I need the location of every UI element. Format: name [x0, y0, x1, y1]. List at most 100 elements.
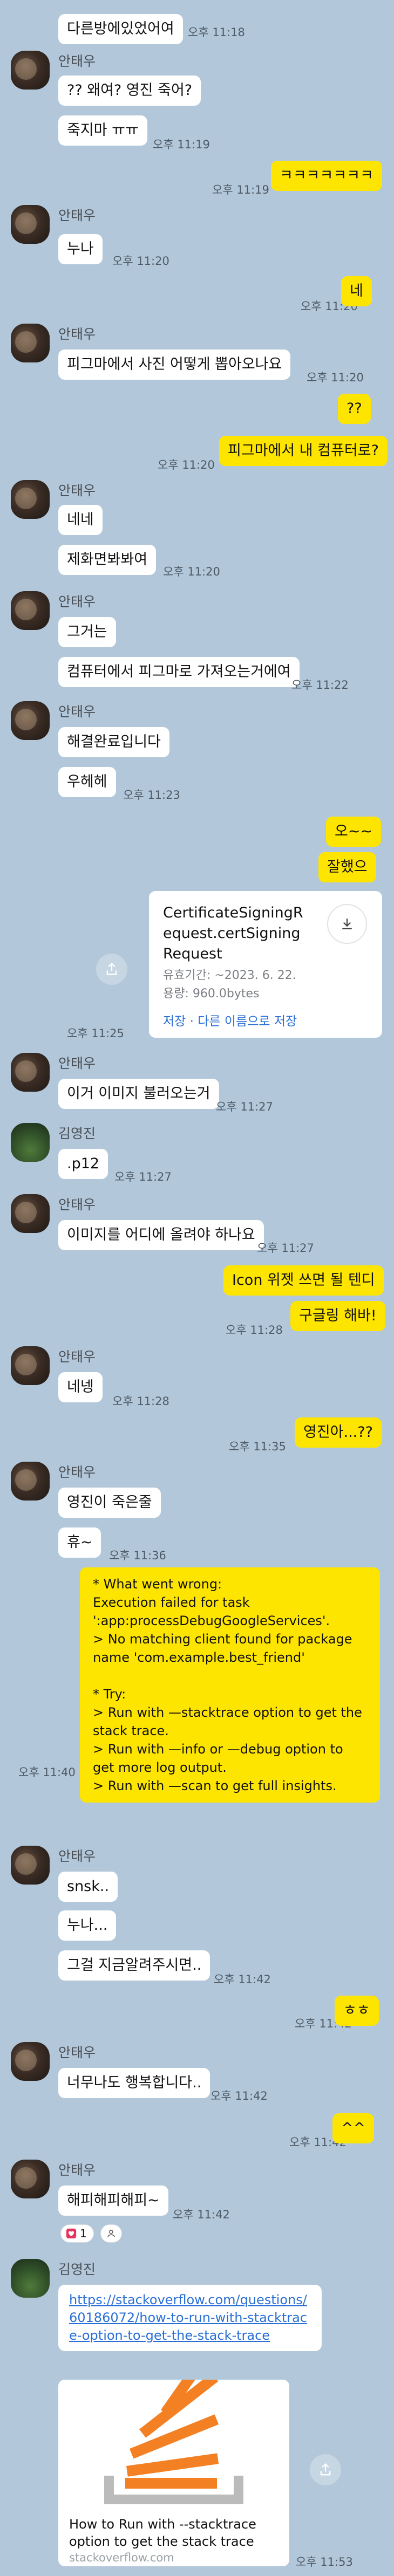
my-message-bubble[interactable]: ?? — [338, 394, 371, 424]
my-message-bubble[interactable]: 피그마에서 내 컴퓨터로? — [219, 436, 388, 466]
avatar-ahn[interactable] — [11, 1194, 50, 1233]
avatar-ahn[interactable] — [11, 2160, 50, 2198]
sender-name: 김영진 — [58, 2262, 96, 2277]
avatar-ahn[interactable] — [11, 324, 50, 362]
my-message-bubble[interactable]: ^^ — [332, 2113, 375, 2143]
my-message-bubble[interactable]: 영진아...?? — [295, 1417, 382, 1448]
link-bubble[interactable]: https://stackoverflow.com/questions/6018… — [58, 2285, 322, 2351]
message-bubble[interactable]: .p12 — [58, 1149, 108, 1179]
message-bubble[interactable]: 그걸 지금알려주시면.. — [58, 1950, 210, 1981]
my-message-bubble[interactable]: ㅋㅋㅋㅋㅋㅋㅋ — [271, 161, 382, 191]
sender-name: 안태우 — [58, 53, 96, 69]
sender-name: 안태우 — [58, 483, 96, 498]
sender-name: 안태우 — [58, 1349, 96, 1365]
url-link[interactable]: https://stackoverflow.com/questions/6018… — [69, 2292, 307, 2343]
my-message-bubble[interactable]: Icon 위젯 쓰면 될 텐디 — [223, 1265, 384, 1296]
message-bubble[interactable]: 휴~ — [58, 1527, 101, 1558]
preview-title: How to Run with --stacktrace option to g… — [69, 2517, 256, 2549]
link-preview-card[interactable]: How to Run with --stacktrace option to g… — [58, 2380, 289, 2566]
avatar-ahn[interactable] — [11, 701, 50, 740]
sender-name: 안태우 — [58, 208, 96, 223]
preview-image — [58, 2380, 289, 2508]
avatar-ahn[interactable] — [11, 480, 50, 519]
error-message-bubble[interactable]: * What went wrong: Execution failed for … — [80, 1567, 380, 1803]
avatar-ahn[interactable] — [11, 1846, 50, 1885]
sender-name: 안태우 — [58, 1848, 96, 1864]
separator: · — [189, 1015, 198, 1029]
file-size: 용량: 960.0bytes — [163, 987, 260, 1001]
my-message-bubble[interactable]: 네 — [341, 276, 372, 306]
error-line — [93, 1667, 367, 1685]
avatar-kim[interactable] — [11, 1123, 50, 1162]
avatar-kim[interactable] — [11, 2259, 50, 2298]
message-bubble[interactable]: 그거는 — [58, 617, 116, 647]
message-bubble[interactable]: 너무나도 행복합니다.. — [58, 2068, 210, 2098]
file-actions: 저장 · 다른 이름으로 저장 — [163, 1011, 297, 1029]
message-time: 오후 11:28 — [226, 1324, 283, 1337]
error-line: > Run with —scan to get full insights. — [93, 1778, 337, 1793]
error-line: > Run with —stacktrace option to get the… — [93, 1705, 362, 1738]
message-bubble[interactable]: 해피해피해피~ — [58, 2186, 168, 2216]
message-bubble[interactable]: 다른방에있었어여 — [58, 14, 183, 44]
avatar-ahn[interactable] — [11, 51, 50, 90]
message-time: 오후 11:22 — [291, 679, 349, 691]
message-bubble[interactable]: 영진이 죽은줄 — [58, 1488, 161, 1518]
message-bubble[interactable]: 컴퓨터에서 피그마로 가져오는거에여 — [58, 657, 300, 687]
error-line: > Run with —info or —debug option to get… — [93, 1742, 343, 1775]
reaction-count: 1 — [80, 2227, 87, 2240]
message-time: 오후 11:28 — [112, 1395, 169, 1408]
avatar-ahn[interactable] — [11, 2042, 50, 2081]
preview-domain: stackoverflow.com — [69, 2551, 174, 2564]
message-bubble[interactable]: 누나... — [58, 1910, 117, 1941]
message-time: 오후 11:20 — [163, 565, 220, 578]
message-time: 오후 11:20 — [158, 458, 215, 471]
message-bubble[interactable]: 네네 — [58, 505, 103, 535]
share-button[interactable] — [96, 954, 127, 985]
sender-name: 안태우 — [58, 2162, 96, 2178]
message-bubble[interactable]: 이거 이미지 불러오는거 — [58, 1079, 219, 1109]
avatar-ahn[interactable] — [11, 1346, 50, 1385]
message-time: 오후 11:23 — [123, 789, 180, 801]
message-bubble[interactable]: 누나 — [58, 234, 103, 264]
avatar-ahn[interactable] — [11, 1053, 50, 1092]
message-bubble[interactable]: 죽지마 ㅠㅠ — [58, 115, 147, 146]
heart-reaction[interactable]: 1 — [60, 2224, 94, 2243]
message-bubble[interactable]: snsk.. — [58, 1872, 118, 1902]
message-time: 오후 11:25 — [67, 1027, 124, 1040]
sender-name: 안태우 — [58, 326, 96, 342]
save-as-link[interactable]: 다른 이름으로 저장 — [198, 1015, 297, 1029]
message-time: 오후 11:42 — [214, 1973, 271, 1986]
download-button[interactable] — [327, 904, 367, 944]
share-button[interactable] — [310, 2454, 341, 2485]
sender-name: 안태우 — [58, 2045, 96, 2060]
stackoverflow-logo — [104, 2380, 243, 2504]
my-message-bubble[interactable]: ㅎㅎ — [335, 1996, 379, 2026]
file-card[interactable]: CertificateSigningRequest.certSigningReq… — [149, 891, 382, 1038]
avatar-ahn[interactable] — [11, 591, 50, 630]
message-bubble[interactable]: 제화면봐봐여 — [58, 545, 157, 575]
my-message-bubble[interactable]: 오~~ — [326, 817, 382, 847]
message-time: 오후 11:36 — [109, 1549, 166, 1562]
avatar-ahn[interactable] — [11, 205, 50, 244]
message-time: 오후 11:27 — [216, 1100, 273, 1113]
save-link[interactable]: 저장 — [163, 1015, 186, 1029]
error-line: * Try: — [93, 1687, 126, 1702]
file-expiry: 유효기간: ~2023. 6. 22. — [163, 969, 296, 982]
message-bubble[interactable]: ?? 왜여? 영진 죽어? — [58, 76, 201, 106]
message-bubble[interactable]: 우헤헤 — [58, 767, 116, 797]
avatar-ahn[interactable] — [11, 1462, 50, 1501]
message-time: 오후 11:19 — [153, 138, 210, 151]
my-message-bubble[interactable]: 구글링 해바! — [290, 1301, 385, 1331]
message-time: 오후 11:35 — [229, 1440, 286, 1453]
message-bubble[interactable]: 피그마에서 사진 어떻게 뽑아오나요 — [58, 350, 291, 380]
reactors-button[interactable] — [100, 2224, 122, 2243]
sender-name: 안태우 — [58, 594, 96, 609]
my-message-bubble[interactable]: 잘했으 — [318, 852, 376, 882]
message-bubble[interactable]: 해결완료입니다 — [58, 727, 169, 757]
message-bubble[interactable]: 이미지를 어디에 올려야 하나요 — [58, 1220, 264, 1250]
file-name: CertificateSigningRequest.certSigningReq… — [163, 905, 303, 962]
message-bubble[interactable]: 네넹 — [58, 1372, 103, 1402]
download-icon — [342, 919, 352, 929]
message-time: 오후 11:19 — [212, 183, 269, 196]
sender-name: 안태우 — [58, 1464, 96, 1480]
